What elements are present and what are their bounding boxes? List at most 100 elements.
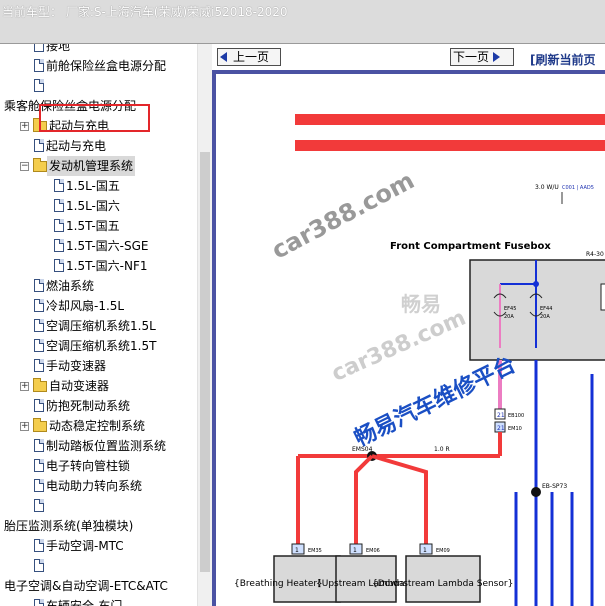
top-wire-label: 3.0 W/U <box>535 184 559 191</box>
tree-expander-icon[interactable]: − <box>20 162 29 171</box>
fusebox-body <box>469 259 605 361</box>
tree-item-label: 电动助力转向系统 <box>46 479 143 493</box>
document-icon <box>34 399 44 412</box>
tree-item[interactable]: 1.5T-国五 <box>54 216 122 236</box>
wire-10r-label: 1.0 R <box>434 446 450 453</box>
document-icon <box>34 499 44 512</box>
pin-em35-number: 1 <box>295 547 299 554</box>
fuse-a-rating: 20A <box>504 314 514 320</box>
tree-item[interactable]: 1.5T-国六-NF1 <box>54 256 150 276</box>
document-icon <box>54 179 64 192</box>
refresh-page-link[interactable]: [刷新当前页 <box>530 51 596 68</box>
red-drop-2 <box>354 454 374 544</box>
tree-item[interactable]: 空调压缩机系统1.5T <box>34 336 158 356</box>
title-bar: 当前车型： 厂家:S-上海汽车(荣威)荣威i52018-2020 <box>0 0 605 44</box>
tree-item-label: 前舱保险丝盒电源分配 <box>46 59 167 73</box>
top-connector-label: C001 | AAD5 <box>562 185 594 191</box>
tree-folder-item[interactable]: − 发动机管理系统 <box>20 156 136 176</box>
tree-item-label: 电子转向管柱锁 <box>46 459 131 473</box>
folder-icon <box>33 158 47 172</box>
component-downstream-lambda-label: {Downstream Lambda Sensor} <box>372 579 513 589</box>
document-icon <box>34 539 44 552</box>
connector-21b-pin: 21 <box>497 425 505 432</box>
tree-item-label: 1.5L-国五 <box>66 179 120 193</box>
fusebox-pin-label: R4-30 <box>586 251 604 258</box>
tree-scrollbar[interactable] <box>197 44 212 606</box>
tree-item[interactable] <box>34 496 48 516</box>
document-icon <box>34 459 44 472</box>
document-icon <box>34 139 44 152</box>
tree-item[interactable]: 空调压缩机系统1.5L <box>34 316 158 336</box>
tree-item[interactable]: 车辆安全-车门 <box>34 596 124 606</box>
tree-item-label: 防抱死制动系统 <box>46 399 131 413</box>
pin-em09-number: 1 <box>423 547 427 554</box>
connector-em10-label: EM10 <box>508 426 522 432</box>
document-icon <box>34 319 44 332</box>
red-drop-3 <box>371 454 428 544</box>
tree-item[interactable]: 1.5T-国六-SGE <box>54 236 150 256</box>
tree-folder-item[interactable]: + 动态稳定控制系统 <box>20 416 147 436</box>
tree-item-label: 车辆安全-车门 <box>46 599 123 606</box>
tree-item[interactable]: 接地 <box>34 44 72 56</box>
tree-item[interactable]: 电动助力转向系统 <box>34 476 144 496</box>
tree-item-label: 发动机管理系统 <box>47 156 136 176</box>
tree-item[interactable]: 手动变速器 <box>34 356 108 376</box>
tree-item-label: 冷却风扇-1.5L <box>46 299 125 313</box>
fuse-b-rating: 20A <box>540 314 550 320</box>
tree-item-label: 空调压缩机系统1.5T <box>46 339 157 353</box>
tree-item[interactable]: 胎压监测系统(单独模块) <box>2 516 135 536</box>
tree-item-label: 电子空调&自动空调-ETC&ATC <box>4 579 168 593</box>
wiring-diagram-svg: 3.0 W/U C001 | AAD5 Front Compartment Fu… <box>234 114 605 606</box>
scrollbar-thumb[interactable] <box>200 152 210 572</box>
document-icon <box>34 559 44 572</box>
tree-expander-icon[interactable]: + <box>20 122 29 131</box>
arrow-left-icon <box>220 51 227 62</box>
document-icon <box>34 44 44 52</box>
folder-icon <box>33 378 47 392</box>
tree-item[interactable] <box>34 556 48 576</box>
tree-folder-item[interactable]: + 自动变速器 <box>20 376 111 396</box>
tree-item-label: 1.5T-国六-NF1 <box>66 259 148 273</box>
document-icon <box>34 59 44 72</box>
tree-item[interactable]: 前舱保险丝盒电源分配 <box>34 56 168 76</box>
document-icon <box>34 339 44 352</box>
wiring-diagram: 3.0 W/U C001 | AAD5 Front Compartment Fu… <box>212 70 605 606</box>
document-icon <box>54 259 64 272</box>
tree-item[interactable]: 电子转向管柱锁 <box>34 456 132 476</box>
tree-item[interactable]: 防抱死制动系统 <box>34 396 132 416</box>
tree-item[interactable]: 制动踏板位置监测系统 <box>34 436 168 456</box>
tree-item[interactable] <box>34 76 48 96</box>
fusebox-side-relay <box>600 283 605 311</box>
em06-label: EM06 <box>366 548 380 554</box>
document-icon <box>54 199 64 212</box>
document-icon <box>34 439 44 452</box>
tree-item-label: 动态稳定控制系统 <box>49 419 146 433</box>
folder-icon <box>33 418 47 432</box>
tree-item-label: 1.5L-国六 <box>66 199 120 213</box>
arrow-right-icon <box>493 51 501 62</box>
window-title: 当前车型： 厂家:S-上海汽车(荣威)荣威i52018-2020 <box>2 5 288 19</box>
component-breathing-heater-label: {Breathing Heater} <box>234 579 323 589</box>
prev-page-button[interactable]: 上一页 <box>217 48 281 66</box>
tree-item[interactable]: 1.5L-国五 <box>54 176 122 196</box>
tree-item[interactable]: 电子空调&自动空调-ETC&ATC <box>2 576 170 596</box>
tree-item-label: 接地 <box>46 44 71 53</box>
tree-item-label: 胎压监测系统(单独模块) <box>4 519 134 533</box>
prev-page-label: 上一页 <box>233 50 270 64</box>
tree-item[interactable]: 手动空调-MTC <box>34 536 126 556</box>
document-icon <box>34 279 44 292</box>
tree-item[interactable]: 1.5L-国六 <box>54 196 122 216</box>
tree-item[interactable]: 燃油系统 <box>34 276 96 296</box>
tree-item[interactable]: 起动与充电 <box>34 136 108 156</box>
tree-expander-icon[interactable]: + <box>20 422 29 431</box>
em35-label: EM35 <box>308 548 322 554</box>
next-page-label: 下一页 <box>453 50 490 64</box>
red-band-bottom <box>295 140 605 151</box>
next-page-button[interactable]: 下一页 <box>450 48 514 66</box>
red-band-top <box>295 114 605 125</box>
splice-ems04-label: EMS04 <box>352 446 373 453</box>
tree-item-label: 起动与充电 <box>46 139 107 153</box>
tree-expander-icon[interactable]: + <box>20 382 29 391</box>
tree-item-label: 制动踏板位置监测系统 <box>46 439 167 453</box>
tree-item[interactable]: 冷却风扇-1.5L <box>34 296 126 316</box>
